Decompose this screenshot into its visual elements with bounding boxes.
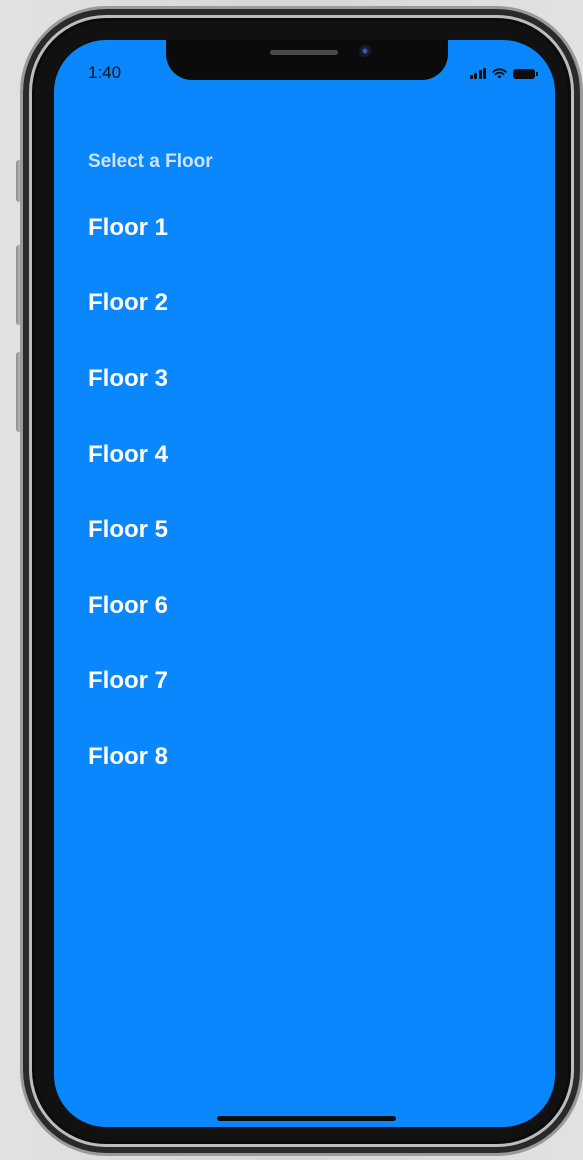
home-indicator[interactable] [217, 1116, 396, 1121]
speaker-grille [270, 50, 338, 55]
signal-icon [469, 68, 486, 79]
floor-item-5[interactable]: Floor 5 [54, 492, 555, 568]
status-time: 1:40 [88, 63, 122, 82]
front-camera [359, 45, 371, 57]
floor-item-8[interactable]: Floor 8 [54, 719, 555, 795]
floor-item-4[interactable]: Floor 4 [54, 417, 555, 493]
floor-item-3[interactable]: Floor 3 [54, 341, 555, 417]
notch [166, 40, 448, 80]
floor-list: Floor 1 Floor 2 Floor 3 Floor 4 Floor 5 … [54, 190, 555, 795]
floor-item-1[interactable]: Floor 1 [54, 190, 555, 266]
status-icons [469, 65, 538, 79]
floor-item-6[interactable]: Floor 6 [54, 568, 555, 644]
page-title: Select a Floor [88, 151, 213, 172]
battery-icon [513, 69, 538, 79]
floor-item-2[interactable]: Floor 2 [54, 266, 555, 342]
device-stage: 1:40 Select a Floor Floor 1 Floor 2 Floo… [0, 0, 583, 1160]
app-screen: 1:40 Select a Floor Floor 1 Floor 2 Floo… [54, 40, 555, 1127]
wifi-icon [492, 68, 507, 79]
floor-item-7[interactable]: Floor 7 [54, 644, 555, 720]
